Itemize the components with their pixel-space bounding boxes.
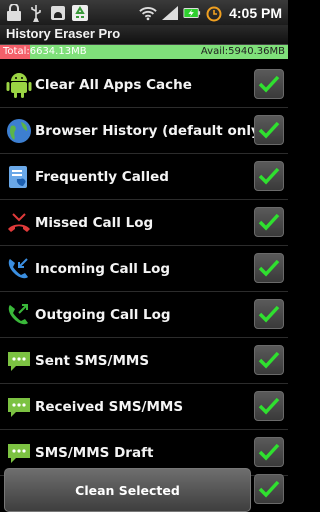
globe-icon [3, 115, 35, 147]
clock: 4:05 PM [229, 4, 282, 21]
list-item-label: Browser History (default only) [35, 122, 266, 139]
checkbox[interactable] [254, 299, 284, 329]
recycle-icon [71, 4, 89, 22]
list-item-missed-calls[interactable]: Missed Call Log [0, 200, 288, 246]
list-item-label: Missed Call Log [35, 214, 154, 231]
checkbox[interactable] [254, 345, 284, 375]
checkbox[interactable] [254, 161, 284, 191]
list-item-received-sms[interactable]: Received SMS/MMS [0, 384, 288, 430]
checkbox[interactable] [254, 391, 284, 421]
list-item-sent-sms[interactable]: Sent SMS/MMS [0, 338, 288, 384]
storage-bar: Total:6634.13MB Avail:5940.36MB [0, 45, 288, 59]
list-item-outgoing-calls[interactable]: Outgoing Call Log [0, 292, 288, 338]
checkbox[interactable] [254, 207, 284, 237]
checkbox[interactable] [254, 115, 284, 145]
storage-total-label: Total:6634.13MB [3, 46, 87, 57]
list-item-label: SMS/MMS Draft [35, 444, 154, 461]
outgoing-call-icon [3, 299, 35, 331]
sms-icon [3, 437, 35, 469]
wifi-icon [139, 4, 157, 22]
clean-selected-button[interactable]: Clean Selected [4, 468, 251, 512]
checkbox[interactable] [254, 437, 284, 467]
checkbox[interactable] [254, 69, 284, 99]
title-bar: History Eraser Pro [0, 25, 288, 45]
list-item-clear-cache[interactable]: Clear All Apps Cache [0, 62, 288, 108]
lock-icon [5, 3, 23, 22]
storage-avail-label: Avail:5940.36MB [200, 46, 285, 57]
erase-options-list: Clear All Apps Cache Browser History (de… [0, 62, 288, 476]
usb-icon [27, 4, 45, 22]
incoming-call-icon [3, 253, 35, 285]
bottom-action-bar: Clean Selected [0, 466, 288, 512]
checkbox[interactable] [254, 253, 284, 283]
signal-icon [161, 4, 179, 22]
status-bar: 4:05 PM [0, 0, 288, 25]
list-item-browser-history[interactable]: Browser History (default only) [0, 108, 288, 154]
list-item-incoming-calls[interactable]: Incoming Call Log [0, 246, 288, 292]
list-item-label: Frequently Called [35, 168, 169, 185]
list-item-label: Outgoing Call Log [35, 306, 171, 323]
list-item-frequently-called[interactable]: Frequently Called [0, 154, 288, 200]
select-all-checkbox[interactable] [254, 474, 284, 504]
android-robot-icon [3, 69, 35, 101]
phone-book-icon [3, 161, 35, 193]
list-item-label: Incoming Call Log [35, 260, 171, 277]
list-item-label: Received SMS/MMS [35, 398, 184, 415]
list-item-label: Sent SMS/MMS [35, 352, 150, 369]
app-title: History Eraser Pro [6, 26, 121, 41]
alarm-icon [205, 4, 223, 22]
sms-icon [3, 345, 35, 377]
battery-charging-icon [183, 4, 201, 22]
list-item-label: Clear All Apps Cache [35, 76, 192, 93]
sms-icon [3, 391, 35, 423]
android-debug-icon [49, 4, 67, 22]
missed-call-icon [3, 207, 35, 239]
